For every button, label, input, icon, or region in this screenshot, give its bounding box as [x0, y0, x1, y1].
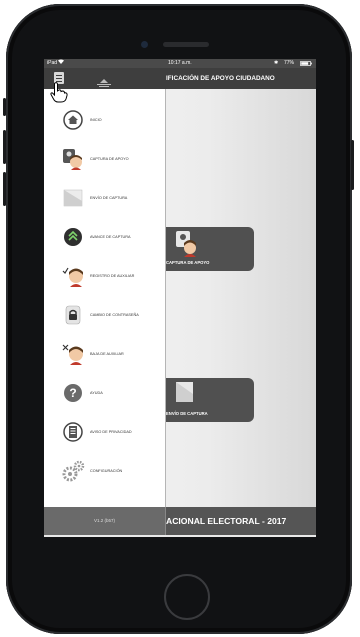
menu-item-baja-de-auxiliar[interactable]: BAJA DE AUXILIAR	[44, 339, 165, 369]
menu-label-captura-de-apoyo: CAPTURA DE APOYO	[90, 157, 129, 161]
volume-down-button	[3, 172, 6, 206]
menu-item-captura-de-apoyo[interactable]: CAPTURA DE APOYO	[44, 144, 165, 174]
app-screen: iPad 10:17 a.m. ✱ 77% IFICACIÓN DE APOYO…	[44, 59, 316, 537]
version-label: V1.2 (b57)	[44, 507, 166, 535]
gears-icon	[62, 460, 85, 482]
menu-label-registro-de-auxiliar: REGISTRO DE AUXILIAR	[90, 274, 135, 278]
home-button[interactable]	[164, 574, 210, 620]
menu-item-avance-de-captura[interactable]: AVANCE DE CAPTURA	[44, 222, 165, 252]
device-label: iPad	[47, 60, 58, 66]
side-drawer: INICIO CAPTURA DE APOYO ENVÍO DE CAPTURA…	[44, 82, 166, 507]
menu-label-envio-de-captura: ENVÍO DE CAPTURA	[90, 196, 128, 200]
capture-support-icon	[62, 148, 84, 170]
tile-send-capture-label: ENVÍO DE CAPTURA	[166, 411, 208, 416]
earpiece-speaker	[163, 42, 209, 47]
pointer-hand-icon	[49, 81, 69, 108]
menu-item-configuracion[interactable]: CONFIGURACIÓN	[44, 456, 165, 486]
menu-item-cambio-de-contrasena[interactable]: CAMBIO DE CONTRASEÑA	[44, 300, 165, 330]
home-icon	[62, 109, 84, 131]
status-time: 10:17 a.m.	[168, 60, 192, 66]
tile-send-capture[interactable]: ENVÍO DE CAPTURA	[162, 378, 254, 422]
privacy-notice-icon	[62, 421, 84, 443]
menu-label-ayuda: AYUDA	[90, 391, 103, 395]
menu-label-inicio: INICIO	[90, 118, 102, 122]
register-assistant-icon	[62, 265, 84, 287]
menu-label-avance-de-captura: AVANCE DE CAPTURA	[90, 235, 131, 239]
tile-capture-support-label: CAPTURA DE APOYO	[166, 260, 210, 265]
lock-icon	[62, 304, 84, 326]
footer-title: ACIONAL ELECTORAL - 2017	[166, 516, 287, 526]
progress-icon	[62, 226, 84, 248]
top-navbar: IFICACIÓN DE APOYO CIUDADANO	[44, 68, 316, 89]
menu-item-registro-de-auxiliar[interactable]: REGISTRO DE AUXILIAR	[44, 261, 165, 291]
help-icon: ?	[62, 382, 84, 404]
mute-switch	[3, 98, 6, 116]
menu-item-aviso-de-privacidad[interactable]: AVISO DE PRIVACIDAD	[44, 417, 165, 447]
tile-capture-support[interactable]: CAPTURA DE APOYO	[162, 227, 254, 271]
menu-label-aviso-de-privacidad: AVISO DE PRIVACIDAD	[90, 430, 132, 434]
front-camera	[141, 41, 148, 48]
send-capture-icon	[62, 187, 84, 209]
menu-label-configuracion: CONFIGURACIÓN	[90, 469, 123, 473]
svg-text:?: ?	[69, 386, 76, 400]
menu-item-ayuda[interactable]: ? AYUDA	[44, 378, 165, 408]
capture-support-icon	[176, 231, 198, 262]
page-title: IFICACIÓN DE APOYO CIUDADANO	[166, 75, 275, 82]
remove-assistant-icon	[62, 343, 84, 365]
menu-item-envio-de-captura[interactable]: ENVÍO DE CAPTURA	[44, 183, 165, 213]
battery-percent: 77%	[284, 60, 295, 66]
power-button	[351, 140, 354, 190]
bluetooth-icon: ✱	[274, 60, 279, 66]
menu-label-cambio-de-contrasena: CAMBIO DE CONTRASEÑA	[90, 313, 139, 317]
status-bar: iPad 10:17 a.m. ✱ 77%	[44, 59, 316, 68]
menu-label-baja-de-auxiliar: BAJA DE AUXILIAR	[90, 352, 124, 356]
menu-item-inicio[interactable]: INICIO	[44, 105, 165, 135]
send-capture-icon	[176, 382, 196, 409]
volume-up-button	[3, 130, 6, 164]
wifi-icon	[58, 59, 64, 68]
